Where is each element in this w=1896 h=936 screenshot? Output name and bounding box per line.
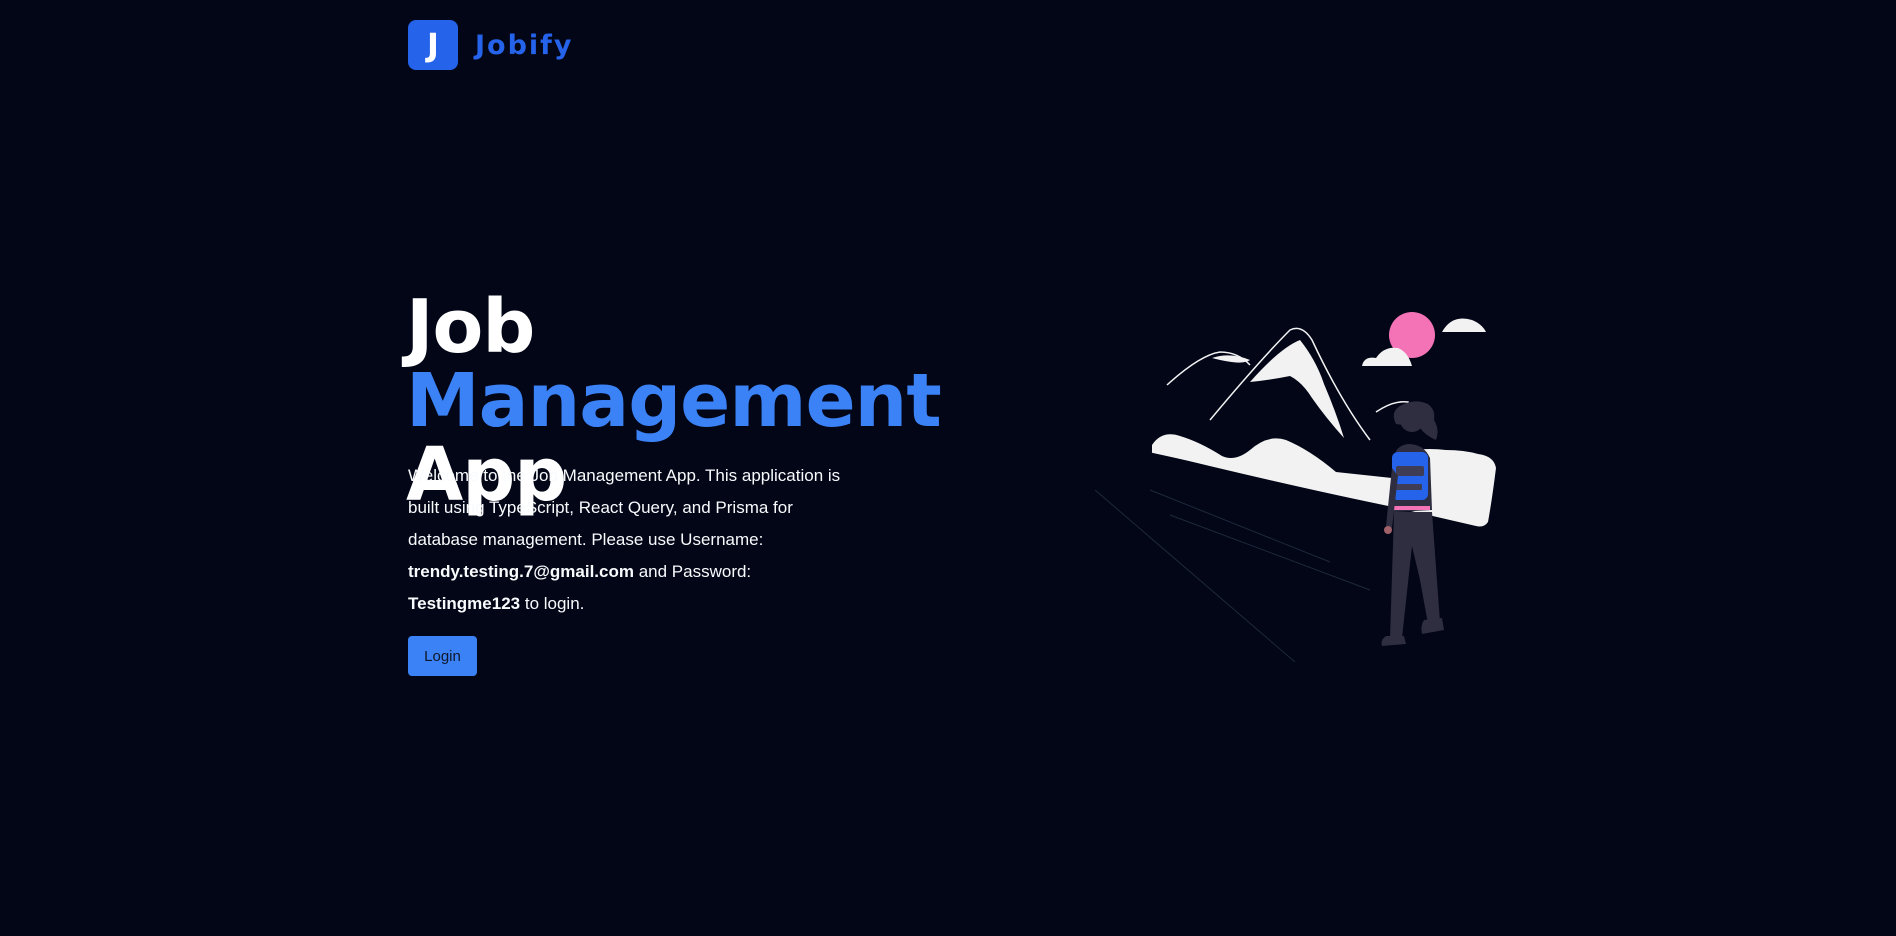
description-intro: Welcome to the Job Management App. This … bbox=[408, 466, 841, 549]
boot-left bbox=[1381, 636, 1406, 646]
navbar: J Jobify bbox=[408, 20, 574, 70]
shadow-line bbox=[1094, 489, 1296, 663]
boot-right bbox=[1421, 618, 1444, 634]
snow-peak bbox=[1250, 340, 1344, 438]
hand bbox=[1384, 526, 1392, 534]
brand-name[interactable]: Jobify bbox=[475, 30, 574, 61]
description-outro: to login. bbox=[520, 594, 585, 613]
snow-field bbox=[1152, 434, 1496, 527]
login-button[interactable]: Login bbox=[408, 636, 477, 676]
belt bbox=[1394, 506, 1430, 510]
demo-password: Testingme123 bbox=[408, 594, 521, 613]
password-label: and Password: bbox=[633, 562, 752, 581]
hero-description: Welcome to the Job Management App. This … bbox=[408, 460, 848, 620]
shadow-line bbox=[1169, 514, 1371, 591]
hiker-mountains-illustration-icon bbox=[1094, 312, 1496, 663]
logo-icon[interactable]: J bbox=[408, 20, 458, 70]
shadow-line bbox=[1149, 489, 1331, 563]
cloud-icon bbox=[1442, 318, 1486, 332]
backpack-strap bbox=[1396, 484, 1422, 490]
demo-username: trendy.testing.7@gmail.com bbox=[408, 562, 634, 581]
mountain-outline bbox=[1209, 327, 1371, 441]
backpack-pocket bbox=[1396, 466, 1424, 476]
snow-peak bbox=[1212, 355, 1250, 363]
head bbox=[1400, 408, 1424, 432]
landing-page: J Jobify Job Management App Welcome to th… bbox=[0, 0, 1896, 936]
